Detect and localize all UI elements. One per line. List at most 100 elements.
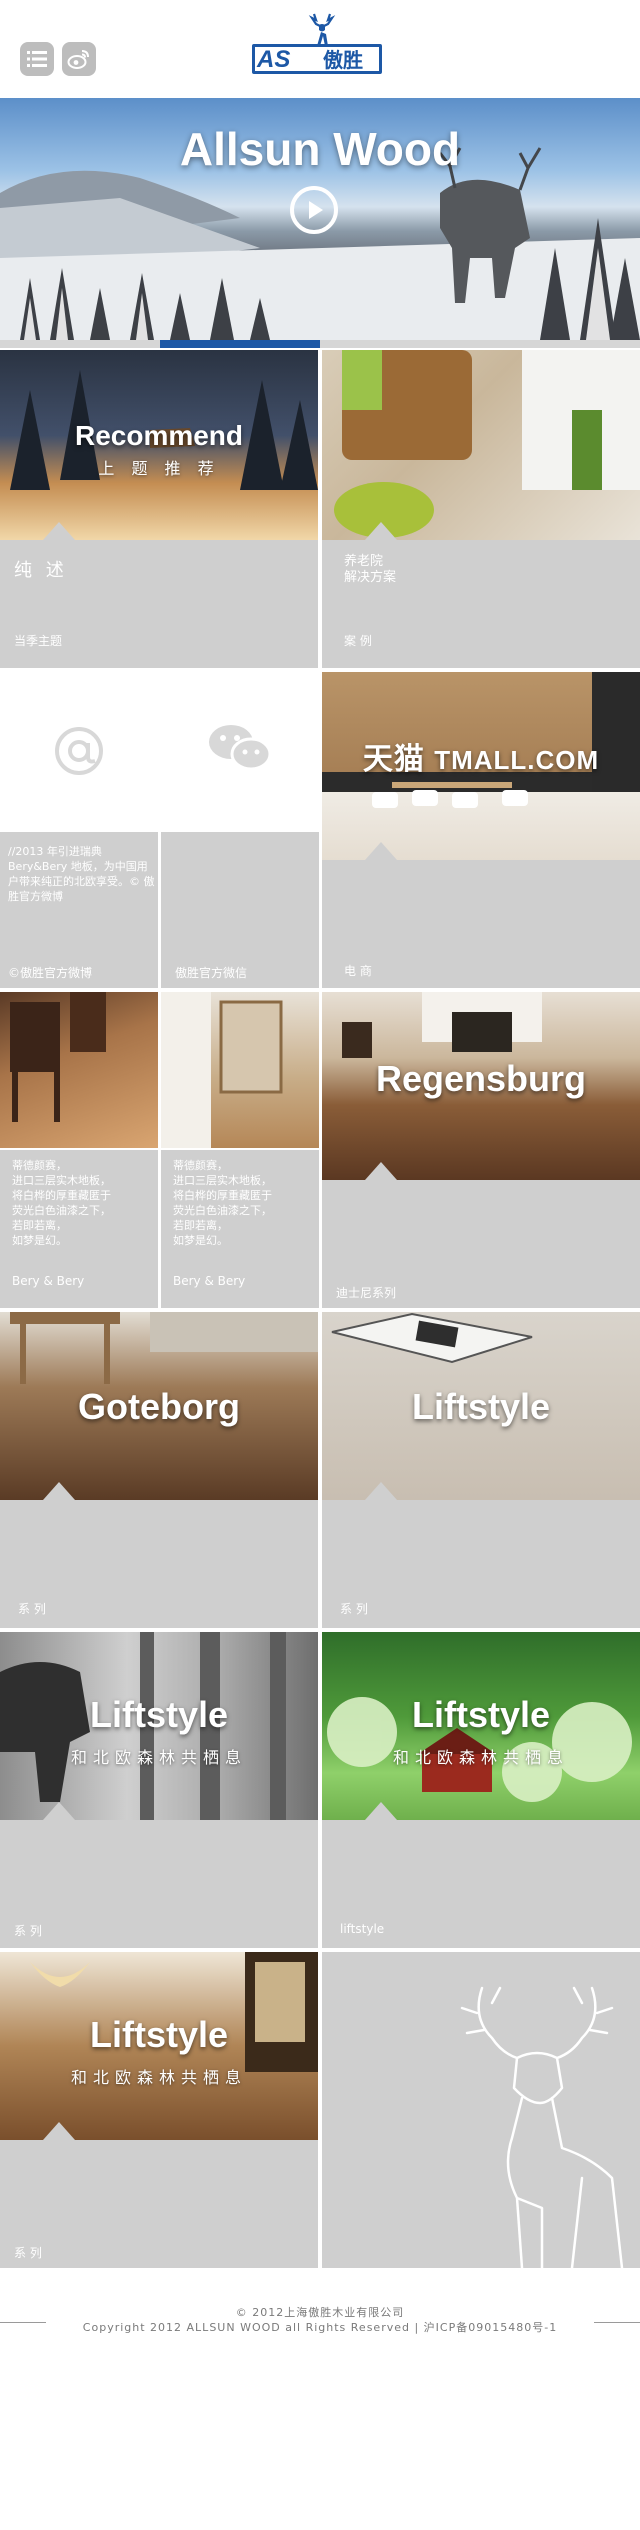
tile-wechat-text[interactable]: 傲胜官方微信 bbox=[161, 832, 319, 988]
menu-button[interactable] bbox=[20, 42, 54, 76]
bery1-text: 蒂德颜赛， 进口三层实木地板， 将白桦的厚重藏匿于 荧光白色油漆之下， 若即若离… bbox=[12, 1159, 111, 1247]
tmall-image: 天猫 TMALL.COM bbox=[322, 672, 640, 860]
recommend-subtitle: 上 题 推 荐 bbox=[98, 459, 220, 478]
goteborg-title: Goteborg bbox=[78, 1386, 240, 1427]
hero-banner[interactable]: Allsun Wood bbox=[0, 98, 640, 340]
goteborg-caption: 系 列 bbox=[18, 1602, 46, 1616]
liftstyle1-image: Liftstyle bbox=[322, 1312, 640, 1500]
notch bbox=[43, 1802, 75, 1820]
liftstyle1-title: Liftstyle bbox=[411, 1386, 551, 1427]
nursing-caption: 案 例 bbox=[344, 634, 372, 648]
tile-nursing[interactable]: 养老院 解决方案 案 例 bbox=[322, 350, 640, 668]
liftstyle3-body: liftstyle bbox=[322, 1820, 640, 1948]
liftstyle4-subtitle: 和北欧森林共栖息 bbox=[70, 2068, 247, 2087]
wechat-caption: 傲胜官方微信 bbox=[175, 966, 248, 980]
notch bbox=[43, 1482, 75, 1500]
liftstyle1-body: 系 列 bbox=[322, 1500, 640, 1628]
goteborg-image: Goteborg bbox=[0, 1312, 318, 1500]
recommend-title: Recommend bbox=[74, 420, 244, 451]
chair-scene bbox=[10, 992, 106, 1122]
liftstyle2-subtitle: 和北欧森林共栖息 bbox=[70, 1748, 247, 1767]
liftstyle4-caption: 系 列 bbox=[14, 2246, 42, 2260]
notch bbox=[365, 522, 397, 540]
logo-cn-text: 傲胜 bbox=[323, 48, 363, 72]
bery1-body: 蒂德颜赛， 进口三层实木地板， 将白桦的厚重藏匿于 荧光白色油漆之下， 若即若离… bbox=[0, 1150, 158, 1308]
header: AS 傲胜 bbox=[0, 0, 640, 98]
goteborg-body: 系 列 bbox=[0, 1500, 318, 1628]
liftstyle4-title: Liftstyle bbox=[89, 2014, 229, 2055]
tile-weibo-text[interactable]: //2013 年引进瑞典 Bery&Bery 地板，为中国用户带来纯正的北欧享受… bbox=[0, 832, 158, 988]
slide-progress-active bbox=[160, 340, 320, 348]
tmall-caption: 电 商 bbox=[344, 964, 372, 978]
tile-bery-2[interactable]: 蒂德颜赛， 进口三层实木地板， 将白桦的厚重藏匿于 荧光白色油漆之下， 若即若离… bbox=[161, 992, 319, 1308]
logo-as-text: AS bbox=[257, 46, 291, 73]
tile-deer bbox=[322, 1952, 640, 2268]
liftstyle3-caption: liftstyle bbox=[340, 1922, 385, 1936]
tile-recommend[interactable]: Recommend 上 题 推 荐 纯 述 当季主题 bbox=[0, 350, 318, 668]
liftstyle2-body: 系 列 bbox=[0, 1820, 318, 1948]
tmall-logo-en: TMALL.COM bbox=[434, 745, 600, 775]
notch bbox=[43, 2122, 75, 2140]
liftstyle2-image: Liftstyle 和北欧森林共栖息 bbox=[0, 1632, 318, 1820]
tile-bery-1[interactable]: 蒂德颜赛， 进口三层实木地板， 将白桦的厚重藏匿于 荧光白色油漆之下， 若即若离… bbox=[0, 992, 158, 1308]
bery1-caption: Bery & Bery bbox=[12, 1274, 85, 1288]
liftstyle3-title: Liftstyle bbox=[411, 1694, 551, 1735]
footer-company: © 2012上海傲胜木业有限公司 bbox=[235, 2306, 405, 2319]
logo-box: AS 傲胜 bbox=[252, 44, 382, 74]
play-button[interactable] bbox=[290, 186, 338, 234]
slide-progress bbox=[0, 340, 640, 348]
regensburg-title: Regensburg bbox=[375, 1058, 587, 1099]
weibo-text: //2013 年引进瑞典 Bery&Bery 地板，为中国用户带来纯正的北欧享受… bbox=[8, 845, 155, 903]
tile-goteborg[interactable]: Goteborg 系 列 bbox=[0, 1312, 318, 1628]
recommend-heading: 纯 述 bbox=[14, 560, 68, 581]
notch bbox=[365, 1482, 397, 1500]
at-icon bbox=[55, 727, 103, 775]
tile-regensburg[interactable]: Regensburg 迪士尼系列 bbox=[322, 992, 640, 1308]
nursing-body: 养老院 解决方案 案 例 bbox=[322, 540, 640, 668]
regensburg-body: 迪士尼系列 bbox=[322, 1180, 640, 1308]
nursing-image bbox=[322, 350, 640, 540]
footer-copyright: Copyright 2012 ALLSUN WOOD all Rights Re… bbox=[82, 2321, 558, 2334]
tile-email[interactable] bbox=[0, 672, 158, 830]
weibo-button[interactable] bbox=[62, 42, 96, 76]
hero-title: Allsun Wood bbox=[179, 123, 461, 175]
bery2-caption: Bery & Bery bbox=[173, 1274, 246, 1288]
liftstyle4-image: Liftstyle 和北欧森林共栖息 bbox=[0, 1952, 318, 2140]
bery1-image bbox=[0, 992, 158, 1148]
list-icon bbox=[27, 51, 47, 67]
liftstyle1-caption: 系 列 bbox=[340, 1602, 368, 1616]
liftstyle3-image: Liftstyle 和北欧森林共栖息 bbox=[322, 1632, 640, 1820]
deer-outline-icon bbox=[460, 1986, 624, 2268]
bery2-body: 蒂德颜赛， 进口三层实木地板， 将白桦的厚重藏匿于 荧光白色油漆之下， 若即若离… bbox=[161, 1150, 319, 1308]
play-icon bbox=[309, 201, 323, 219]
tmall-body: 电 商 bbox=[322, 860, 640, 988]
tile-liftstyle-3[interactable]: Liftstyle 和北欧森林共栖息 liftstyle bbox=[322, 1632, 640, 1948]
weibo-caption: ©傲胜官方微博 bbox=[8, 966, 93, 980]
liftstyle4-body: 系 列 bbox=[0, 2140, 318, 2268]
notch bbox=[365, 1802, 397, 1820]
tile-liftstyle-1[interactable]: Liftstyle 系 列 bbox=[322, 1312, 640, 1628]
wechat-icon bbox=[209, 725, 272, 771]
recommend-image: Recommend 上 题 推 荐 bbox=[0, 350, 318, 540]
tile-wechat[interactable] bbox=[161, 672, 319, 830]
liftstyle2-caption: 系 列 bbox=[14, 1924, 42, 1938]
nursing-heading-1: 养老院 bbox=[344, 554, 384, 569]
brand-logo[interactable]: AS 傲胜 bbox=[252, 12, 382, 74]
weibo-icon bbox=[67, 50, 89, 69]
footer: © 2012上海傲胜木业有限公司 Copyright 2012 ALLSUN W… bbox=[0, 2290, 640, 2350]
liftstyle3-subtitle: 和北欧森林共栖息 bbox=[392, 1748, 569, 1767]
regensburg-caption: 迪士尼系列 bbox=[336, 1286, 397, 1300]
recommend-body: 纯 述 当季主题 bbox=[0, 540, 318, 668]
notch bbox=[365, 842, 397, 860]
tile-liftstyle-2[interactable]: Liftstyle 和北欧森林共栖息 系 列 bbox=[0, 1632, 318, 1948]
mirror-scene bbox=[161, 992, 283, 1148]
tile-tmall[interactable]: 天猫 TMALL.COM 电 商 bbox=[322, 672, 640, 988]
notch bbox=[365, 1162, 397, 1180]
tmall-logo: 天猫 TMALL.COM bbox=[322, 734, 640, 778]
tile-liftstyle-4[interactable]: Liftstyle 和北欧森林共栖息 系 列 bbox=[0, 1952, 318, 2268]
bery2-image bbox=[161, 992, 319, 1148]
living-room-scene bbox=[334, 350, 640, 538]
liftstyle2-title: Liftstyle bbox=[89, 1694, 229, 1735]
tmall-logo-cn: 天猫 bbox=[362, 743, 425, 776]
bery2-text: 蒂德颜赛， 进口三层实木地板， 将白桦的厚重藏匿于 荧光白色油漆之下， 若即若离… bbox=[173, 1159, 272, 1247]
